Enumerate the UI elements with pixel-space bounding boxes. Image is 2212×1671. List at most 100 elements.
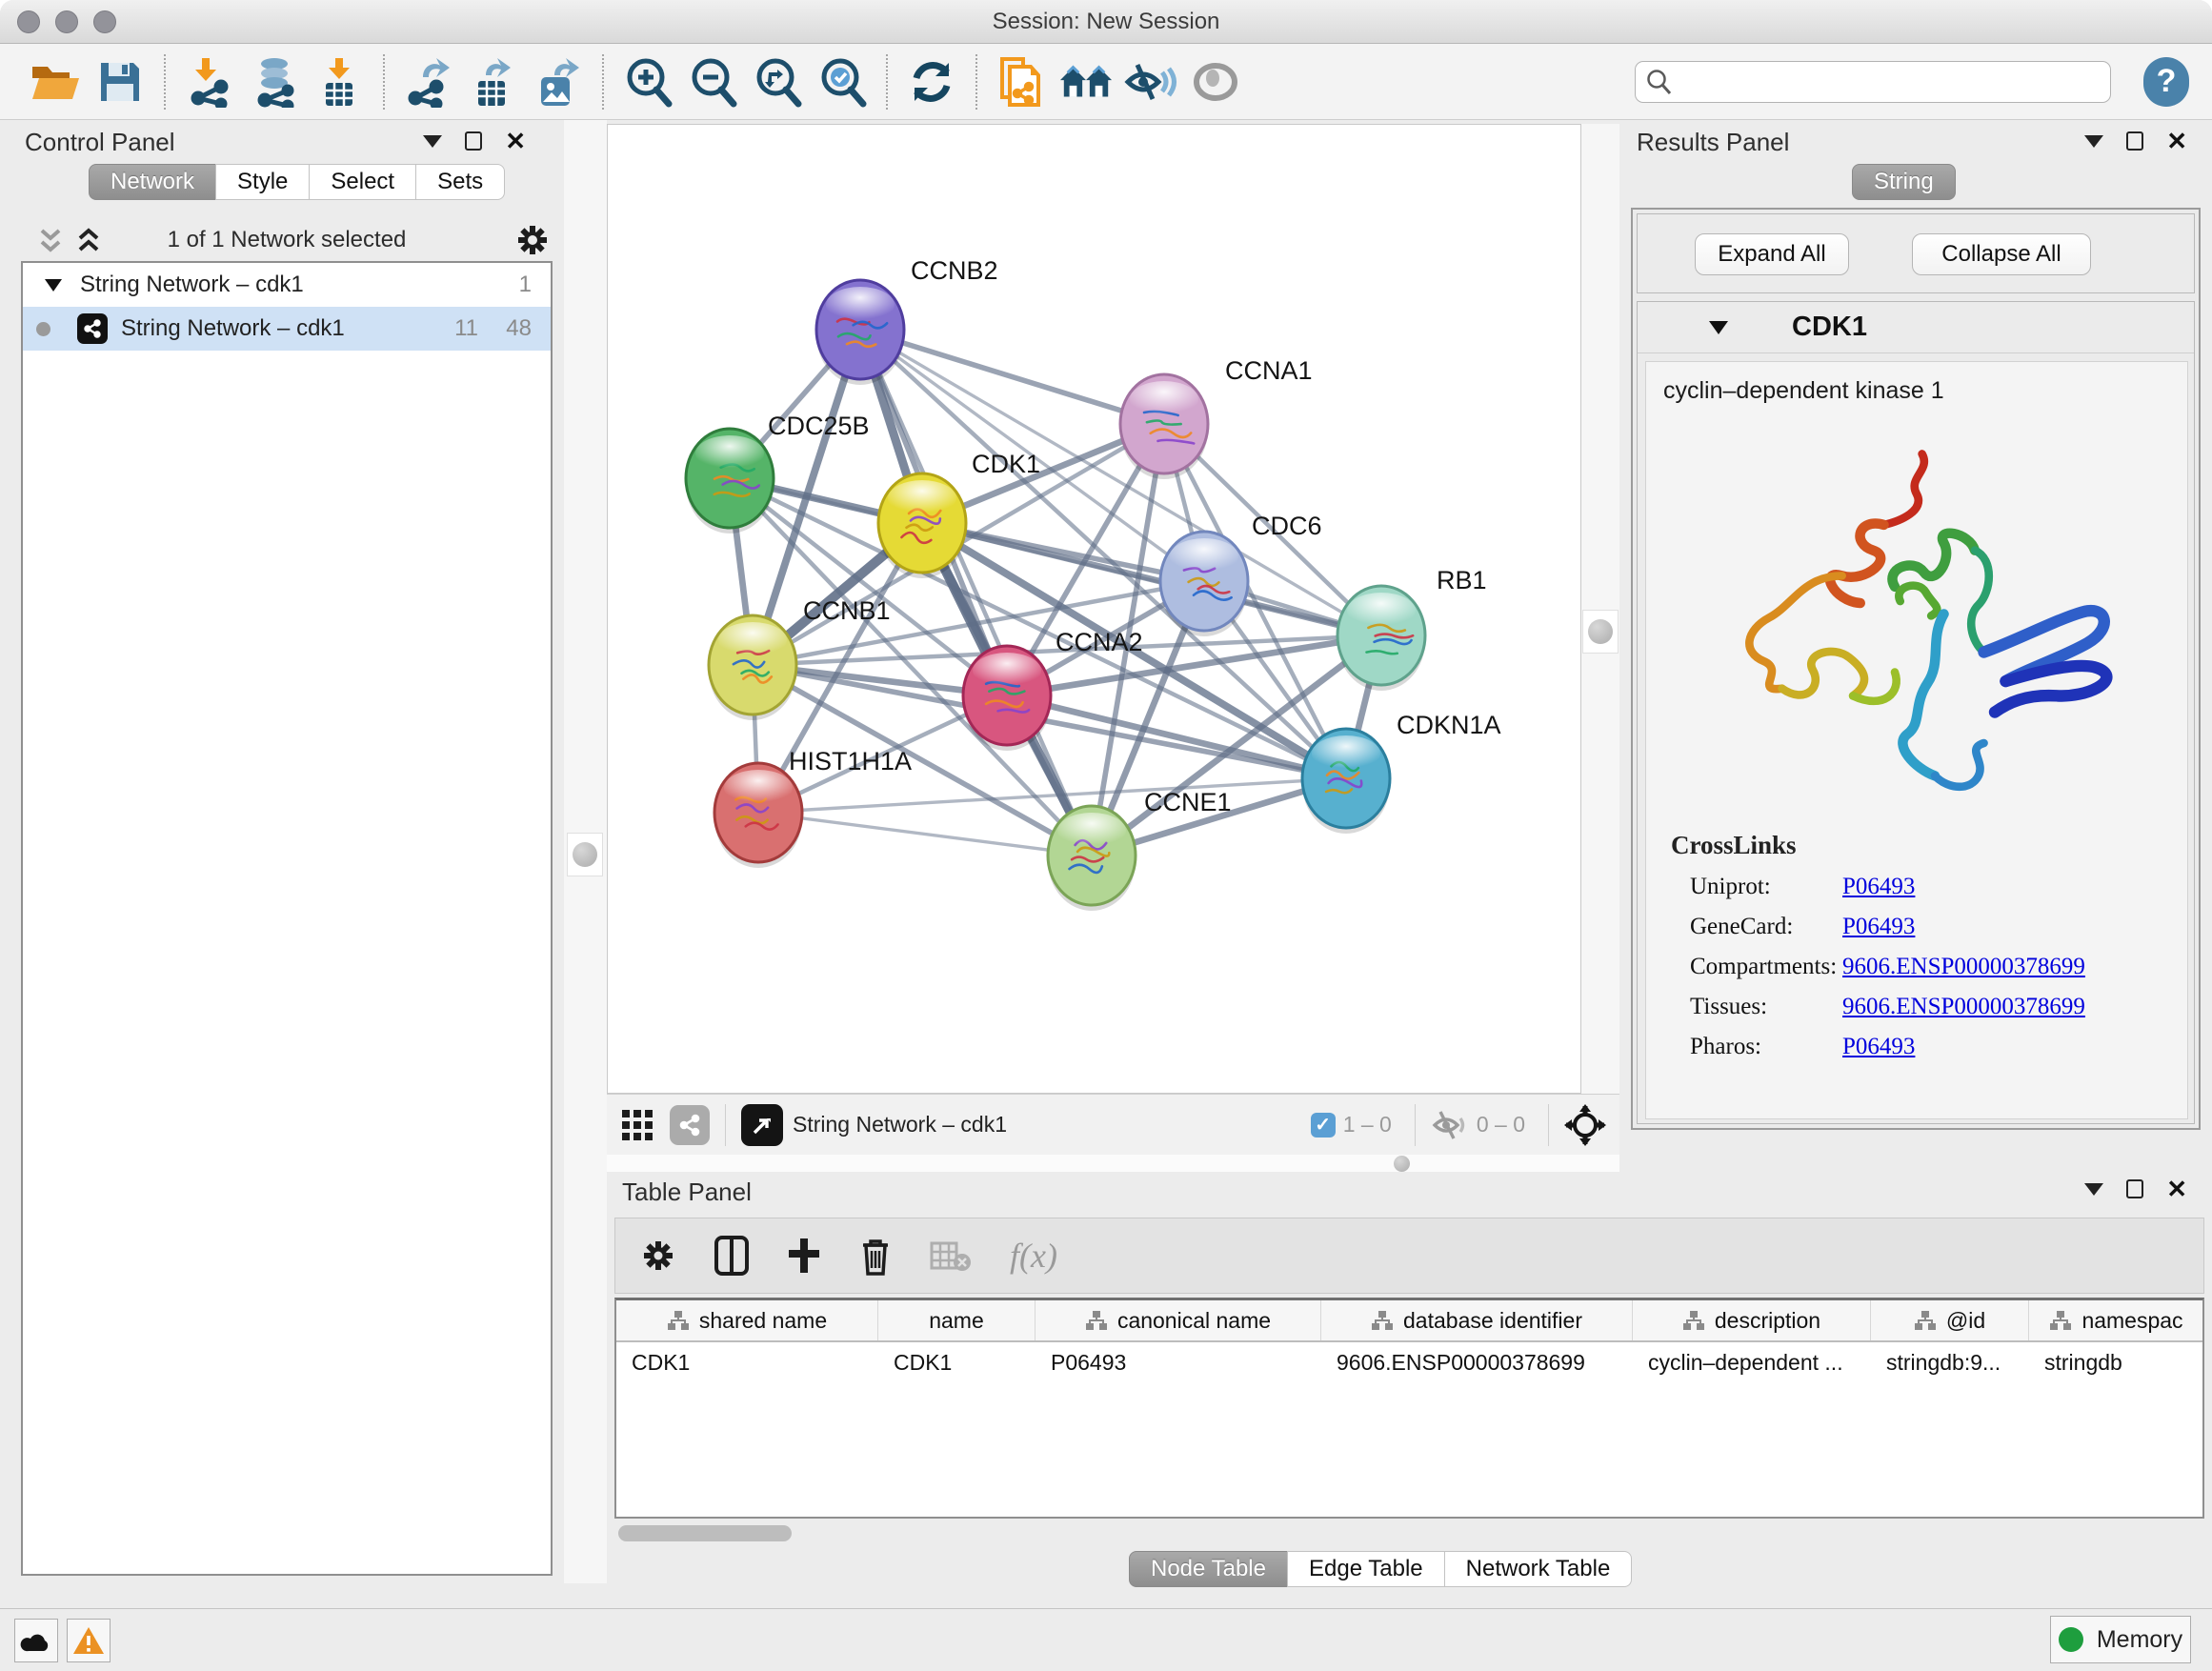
zoom-fit-button[interactable] bbox=[750, 53, 805, 111]
import-network-file-button[interactable] bbox=[182, 53, 237, 111]
network-node-ccne1[interactable]: CCNE1 bbox=[1048, 788, 1232, 911]
network-node-hist1h1a[interactable]: HIST1H1A bbox=[714, 747, 912, 868]
crosslink-value[interactable]: P06493 bbox=[1842, 1034, 1915, 1060]
table-cell[interactable]: CDK1 bbox=[878, 1342, 1036, 1382]
export-table-button[interactable] bbox=[466, 53, 521, 111]
export-image-button[interactable] bbox=[531, 53, 586, 111]
memory-button[interactable]: Memory bbox=[2050, 1616, 2191, 1663]
tree-expand-icon[interactable] bbox=[44, 277, 63, 292]
results-panel-close-button[interactable]: ✕ bbox=[2166, 131, 2187, 151]
zoom-out-button[interactable] bbox=[685, 53, 740, 111]
table-cell[interactable]: CDK1 bbox=[616, 1342, 878, 1382]
network-edge[interactable] bbox=[758, 813, 1092, 856]
import-table-file-button[interactable] bbox=[312, 53, 367, 111]
column-header-name[interactable]: name bbox=[878, 1300, 1036, 1340]
hidden-eye-icon[interactable] bbox=[1431, 1109, 1469, 1141]
show-columns-icon[interactable] bbox=[714, 1236, 749, 1276]
control-panel-menu-button[interactable] bbox=[423, 135, 442, 148]
table-horizontal-scrollbar[interactable] bbox=[616, 1522, 2202, 1545]
tab-node-table[interactable]: Node Table bbox=[1129, 1551, 1288, 1587]
tab-edge-table[interactable]: Edge Table bbox=[1287, 1551, 1445, 1587]
string-home-button[interactable] bbox=[1058, 53, 1114, 111]
tab-sets[interactable]: Sets bbox=[415, 164, 505, 200]
birds-eye-icon[interactable] bbox=[1564, 1104, 1606, 1146]
crosslink-value[interactable]: 9606.ENSP00000378699 bbox=[1842, 954, 2085, 980]
table-panel-close-button[interactable]: ✕ bbox=[2166, 1179, 2187, 1198]
string-import-button[interactable] bbox=[994, 53, 1049, 111]
warnings-button[interactable] bbox=[67, 1619, 111, 1662]
column-header--id[interactable]: @id bbox=[1871, 1300, 2029, 1340]
string-network-graph[interactable]: CCNB2CCNA1CDC25BCDK1CDC6RB1CCNB1CCNA2CDK… bbox=[608, 125, 1580, 1093]
open-folder-icon bbox=[30, 59, 81, 105]
selected-checkbox-icon[interactable]: ✓ bbox=[1311, 1113, 1336, 1137]
column-header-shared-name[interactable]: shared name bbox=[616, 1300, 878, 1340]
gear-icon[interactable] bbox=[514, 222, 551, 258]
scrollbar-thumb[interactable] bbox=[1394, 1156, 1410, 1172]
network-node-cdkn1a[interactable]: CDKN1A bbox=[1302, 711, 1501, 834]
table-cell[interactable]: 9606.ENSP00000378699 bbox=[1321, 1342, 1633, 1382]
table-cell[interactable]: stringdb:9... bbox=[1871, 1342, 2029, 1382]
table-panel-float-button[interactable] bbox=[2126, 1179, 2143, 1198]
tab-select[interactable]: Select bbox=[309, 164, 416, 200]
section-collapse-icon[interactable] bbox=[1708, 319, 1729, 335]
refresh-button[interactable] bbox=[904, 53, 959, 111]
search-input[interactable] bbox=[1674, 65, 2101, 99]
network-collection-row[interactable]: String Network – cdk1 1 bbox=[23, 263, 551, 307]
crosslink-value[interactable]: P06493 bbox=[1842, 874, 1915, 900]
zoom-in-button[interactable] bbox=[620, 53, 675, 111]
splitter-handle[interactable] bbox=[567, 833, 603, 876]
table-cell[interactable]: stringdb bbox=[2029, 1342, 2204, 1382]
help-button[interactable]: ? bbox=[2143, 57, 2189, 107]
eye-button[interactable] bbox=[1188, 53, 1243, 111]
export-network-button[interactable] bbox=[401, 53, 456, 111]
open-in-window-button[interactable] bbox=[741, 1104, 783, 1146]
network-edge[interactable] bbox=[860, 330, 1092, 856]
tab-style[interactable]: Style bbox=[215, 164, 310, 200]
add-column-icon[interactable] bbox=[787, 1237, 821, 1275]
table-cell[interactable]: P06493 bbox=[1036, 1342, 1321, 1382]
window-title: Session: New Session bbox=[0, 9, 2212, 35]
table-cell[interactable]: cyclin–dependent ... bbox=[1633, 1342, 1871, 1382]
table-gear-icon[interactable] bbox=[640, 1238, 676, 1274]
cloud-button[interactable] bbox=[14, 1619, 58, 1662]
scrollbar-thumb[interactable] bbox=[618, 1525, 792, 1541]
control-panel-float-button[interactable] bbox=[465, 131, 482, 151]
crosslink-value[interactable]: P06493 bbox=[1842, 914, 1915, 940]
tab-string[interactable]: String bbox=[1852, 164, 1956, 200]
network-horizontal-scrollbar[interactable] bbox=[607, 1155, 1619, 1172]
node-table: shared namenamecanonical namedatabase id… bbox=[614, 1298, 2204, 1519]
tab-network[interactable]: Network bbox=[89, 164, 216, 200]
import-network-database-button[interactable] bbox=[247, 53, 302, 111]
network-vertical-scrollbar[interactable] bbox=[1581, 124, 1619, 1094]
column-header-label: description bbox=[1715, 1308, 1820, 1334]
tab-network-table[interactable]: Network Table bbox=[1444, 1551, 1633, 1587]
column-header-canonical-name[interactable]: canonical name bbox=[1036, 1300, 1321, 1340]
column-header-description[interactable]: description bbox=[1633, 1300, 1871, 1340]
expand-all-button[interactable]: Expand All bbox=[1695, 233, 1849, 275]
grid-view-icon[interactable] bbox=[620, 1108, 654, 1142]
network-canvas[interactable]: CCNB2CCNA1CDC25BCDK1CDC6RB1CCNB1CCNA2CDK… bbox=[607, 124, 1581, 1094]
gene-section-header[interactable]: CDK1 bbox=[1638, 302, 2194, 353]
network-edge-count: 48 bbox=[506, 315, 532, 342]
column-header-database-identifier[interactable]: database identifier bbox=[1321, 1300, 1633, 1340]
visibility-toggle-button[interactable] bbox=[1123, 53, 1178, 111]
control-panel-close-button[interactable]: ✕ bbox=[505, 131, 526, 151]
delete-column-icon[interactable] bbox=[859, 1236, 892, 1276]
scrollbar-thumb[interactable] bbox=[1582, 610, 1619, 654]
save-session-button[interactable] bbox=[92, 53, 148, 111]
column-header-namespac[interactable]: namespac bbox=[2029, 1300, 2204, 1340]
zoom-selected-button[interactable] bbox=[814, 53, 870, 111]
open-session-button[interactable] bbox=[28, 53, 83, 111]
network-node-ccna1[interactable]: CCNA1 bbox=[1120, 356, 1313, 479]
network-badge-icon[interactable] bbox=[670, 1105, 710, 1145]
network-row-selected[interactable]: String Network – cdk1 11 48 bbox=[23, 307, 551, 351]
collapse-all-button[interactable]: Collapse All bbox=[1912, 233, 2091, 275]
results-panel-float-button[interactable] bbox=[2126, 131, 2143, 151]
left-splitter[interactable] bbox=[564, 120, 607, 1583]
network-edge[interactable] bbox=[860, 330, 1164, 424]
table-row[interactable]: CDK1CDK1P064939606.ENSP00000378699cyclin… bbox=[616, 1342, 2202, 1382]
network-node-rb1[interactable]: RB1 bbox=[1337, 566, 1487, 691]
table-panel-menu-button[interactable] bbox=[2084, 1183, 2103, 1196]
results-panel-menu-button[interactable] bbox=[2084, 135, 2103, 148]
crosslink-value[interactable]: 9606.ENSP00000378699 bbox=[1842, 994, 2085, 1020]
